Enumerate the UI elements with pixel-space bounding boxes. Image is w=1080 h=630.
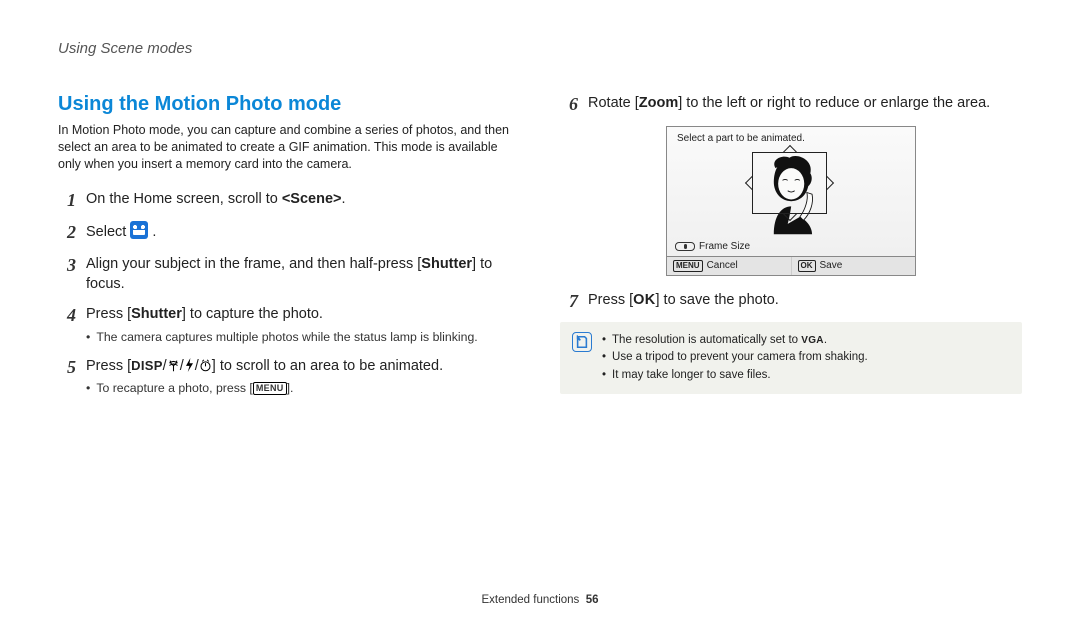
ok-button-label: OK <box>633 292 655 308</box>
manual-page: Using Scene modes Using the Motion Photo… <box>0 0 1080 630</box>
shutter-keyword: Shutter <box>421 256 472 272</box>
page-number: 56 <box>586 594 599 606</box>
flash-icon <box>184 358 195 372</box>
step-1: 1 On the Home screen, scroll to <Scene>. <box>58 189 520 212</box>
step-4: 4 Press [Shutter] to capture the photo. … <box>58 304 520 346</box>
note-line-1: The resolution is automatically set to V… <box>602 332 1010 349</box>
note-icon <box>572 332 592 352</box>
step-2: 2 Select . <box>58 221 520 244</box>
chapter-name: Extended functions <box>481 594 579 606</box>
scene-keyword: <Scene> <box>282 191 342 207</box>
selection-frame <box>752 152 827 214</box>
camera-screen-softkeys: MENU Cancel OK Save <box>667 257 915 275</box>
shutter-keyword: Shutter <box>131 306 182 322</box>
step-4-sub: The camera captures multiple photos whil… <box>86 329 520 346</box>
note-box: The resolution is automatically set to V… <box>560 322 1022 394</box>
step-number: 6 <box>560 93 578 116</box>
step-3: 3 Align your subject in the frame, and t… <box>58 254 520 295</box>
step-text: Rotate [ <box>588 95 639 111</box>
step-text: Align your subject in the frame, and the… <box>86 256 421 272</box>
note-line-2: Use a tripod to prevent your camera from… <box>602 349 1010 366</box>
intro-paragraph: In Motion Photo mode, you can capture an… <box>58 122 520 173</box>
section-heading: Using the Motion Photo mode <box>58 93 520 116</box>
step-text: Press [ <box>86 358 131 374</box>
frame-size-legend: Frame Size <box>675 241 750 252</box>
step-6: 6 Rotate [Zoom] to the left or right to … <box>560 93 1022 116</box>
step-list-right: 6 Rotate [Zoom] to the left or right to … <box>560 93 1022 116</box>
step-number: 1 <box>58 189 76 212</box>
menu-button-label: MENU <box>253 382 287 395</box>
camera-screen-illustration: Select a part to be animated. <box>560 126 1022 276</box>
ok-button-label: OK <box>798 260 816 272</box>
disp-button-label: DISP <box>131 358 163 373</box>
zoom-keyword: Zoom <box>639 95 678 111</box>
vga-badge: VGA <box>801 335 824 346</box>
motion-photo-mode-icon <box>130 221 148 239</box>
step-5: 5 Press [DISP///] to scroll to an area t… <box>58 356 520 398</box>
running-header: Using Scene modes <box>58 40 1022 57</box>
right-column: 6 Rotate [Zoom] to the left or right to … <box>560 93 1022 584</box>
timer-icon <box>199 359 212 372</box>
macro-icon <box>167 359 180 372</box>
page-footer: Extended functions 56 <box>58 584 1022 606</box>
two-column-layout: Using the Motion Photo mode In Motion Ph… <box>58 93 1022 584</box>
step-text: Select <box>86 224 130 240</box>
menu-button-label: MENU <box>673 260 703 272</box>
zoom-rocker-icon <box>675 242 695 251</box>
step-7: 7 Press [OK] to save the photo. <box>560 290 1022 313</box>
step-5-sub: To recapture a photo, press [MENU]. <box>86 380 520 397</box>
step-number: 3 <box>58 254 76 277</box>
step-text: Press [ <box>588 292 633 308</box>
softkey-cancel: MENU Cancel <box>667 257 792 275</box>
softkey-save: OK Save <box>792 257 916 275</box>
camera-screen-caption: Select a part to be animated. <box>677 133 805 144</box>
step-text: Press [ <box>86 306 131 322</box>
left-column: Using the Motion Photo mode In Motion Ph… <box>58 93 520 584</box>
step-number: 4 <box>58 304 76 327</box>
step-list-left: 1 On the Home screen, scroll to <Scene>.… <box>58 189 520 398</box>
step-number: 7 <box>560 290 578 313</box>
step-number: 2 <box>58 221 76 244</box>
note-line-3: It may take longer to save files. <box>602 367 1010 384</box>
step-number: 5 <box>58 356 76 379</box>
step-text: On the Home screen, scroll to <box>86 191 282 207</box>
step-list-right-2: 7 Press [OK] to save the photo. <box>560 290 1022 313</box>
